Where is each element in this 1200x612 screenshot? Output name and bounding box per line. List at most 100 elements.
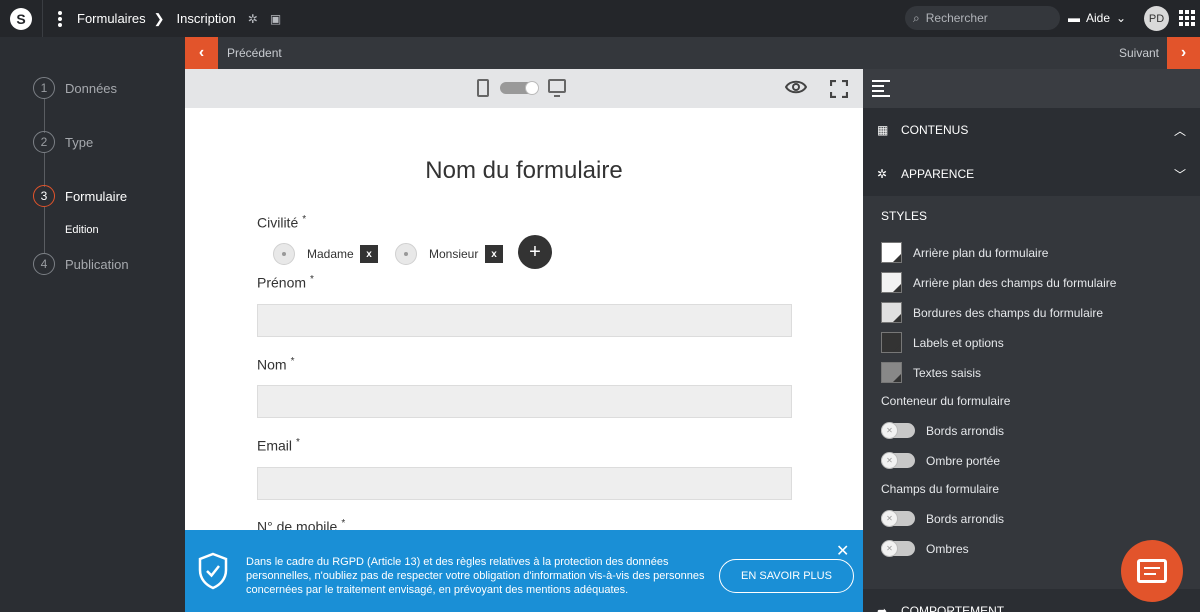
field-shadow-toggle[interactable]: ✕ [881,540,915,557]
field-label-civility: Civilité * [257,214,306,231]
step-number: 3 [33,185,55,207]
color-swatch[interactable] [881,272,902,293]
style-item[interactable]: Bordures des champs du formulaire [881,302,1103,323]
step-navigation-bar: ‹ Précédent Suivant › [185,37,1200,69]
color-swatch[interactable] [881,332,902,353]
style-item[interactable]: Arrière plan des champs du formulaire [881,272,1116,293]
eye-icon[interactable] [784,79,808,97]
apps-grid-icon[interactable] [1179,10,1195,26]
required-mark: * [290,356,295,367]
style-label: Textes saisis [913,365,982,380]
preview-toolbar [185,69,863,108]
toggle-label: Bords arrondis [926,511,1005,526]
help-label: Aide [1086,11,1111,25]
step-connector [44,153,45,187]
accordion-title: APPARENCE [901,167,975,181]
chevron-up-icon: ︿ [1173,123,1186,138]
toggle-row[interactable]: ✕ Bords arrondis [881,510,1005,527]
avatar[interactable]: PD [1144,6,1169,31]
mobile-icon[interactable] [477,79,489,97]
accordion-appearance[interactable]: ✲ APPARENCE ﹀ [863,152,1200,196]
prenom-label: Prénom [257,274,307,291]
required-mark: * [296,437,300,448]
style-item[interactable]: Labels et options [881,332,1004,353]
next-button[interactable]: › [1167,37,1200,69]
learn-more-button[interactable]: EN SAVOIR PLUS [719,559,854,593]
fullscreen-icon[interactable] [829,79,849,99]
email-input[interactable] [257,467,792,500]
field-rounded-toggle[interactable]: ✕ [881,510,915,527]
grid-icon: ▦ [877,123,889,137]
color-swatch[interactable] [881,302,902,323]
panel-toolbar [863,69,1200,108]
step-label: Données [65,80,118,96]
radio-monsieur[interactable] [395,243,417,265]
step-publication[interactable]: 4 Publication [33,253,129,275]
accordion-contents[interactable]: ▦ CONTENUS ︿ [863,108,1200,152]
breadcrumb-forms[interactable]: Formulaires [77,11,146,26]
shield-check-icon [197,552,229,590]
toggle-row[interactable]: ✕ Ombre portée [881,452,1000,469]
color-swatch[interactable] [881,362,902,383]
next-label[interactable]: Suivant [1119,46,1159,60]
field-label-prenom: Prénom * [257,274,314,291]
step-donnees[interactable]: 1 Données [33,77,117,99]
style-label: Arrière plan des champs du formulaire [913,275,1117,290]
toggle-label: Ombres [926,541,969,556]
more-menu-icon[interactable] [57,10,63,27]
toggle-row[interactable]: ✕ Ombres [881,540,969,557]
field-label-nom: Nom * [257,356,294,373]
desktop-icon[interactable] [548,79,566,97]
field-label-mobile: N° de mobile * [257,518,345,530]
required-mark: * [341,518,346,529]
drop-shadow-toggle[interactable]: ✕ [881,452,915,469]
previous-label[interactable]: Précédent [227,46,282,60]
step-label: Publication [65,256,129,272]
step-formulaire[interactable]: 3 Formulaire [33,185,127,207]
nom-input[interactable] [257,385,792,418]
search-input[interactable]: ⌕ Rechercher [905,6,1060,30]
top-bar: S Formulaires ❯ Inscription ✲ ▣ ⌕ Recher… [0,0,1200,37]
step-type[interactable]: 2 Type [33,131,93,153]
chevron-left-icon: ‹ [198,44,205,61]
mobile-label: N° de mobile [257,518,338,530]
toggle-row[interactable]: ✕ Bords arrondis [881,422,1005,439]
device-toggle[interactable] [500,81,539,95]
close-icon[interactable]: ✕ [836,541,849,561]
form-preview: Nom du formulaire Civilité * Madame x Mon… [185,108,863,530]
breadcrumb-current: Inscription [176,11,236,26]
radio-madame[interactable] [273,243,295,265]
style-label: Labels et options [913,335,1004,350]
styles-heading: STYLES [881,209,928,223]
remove-option-button[interactable]: x [360,245,378,263]
toggle-label: Bords arrondis [926,423,1005,438]
style-label: Arrière plan du formulaire [913,245,1049,260]
save-icon[interactable]: ▣ [270,12,281,26]
chat-support-button[interactable] [1121,540,1183,602]
help-menu[interactable]: ▬ Aide ⌄ [1068,11,1126,25]
prenom-input[interactable] [257,304,792,337]
search-placeholder: Rechercher [925,11,988,25]
step-number: 2 [33,131,55,153]
substep-edition[interactable]: Edition [65,224,99,236]
previous-button[interactable]: ‹ [185,37,218,69]
style-item[interactable]: Arrière plan du formulaire [881,242,1048,263]
remove-option-button[interactable]: x [485,245,503,263]
align-icon[interactable] [872,79,892,97]
option-label: Monsieur [429,247,479,261]
color-swatch[interactable] [881,242,902,263]
style-item[interactable]: Textes saisis [881,362,981,383]
add-option-button[interactable]: + [518,235,552,269]
share-arrow-icon: ➦ [877,604,888,612]
divider [42,0,43,37]
search-icon: ⌕ [913,10,920,25]
required-mark: * [302,214,307,225]
form-title[interactable]: Nom du formulaire [185,157,863,185]
rounded-corners-toggle[interactable]: ✕ [881,422,915,439]
style-label: Bordures des champs du formulaire [913,305,1104,320]
settings-gear-icon[interactable]: ✲ [248,12,258,26]
rgpd-banner: Dans le cadre du RGPD (Article 13) et de… [185,530,863,612]
app-logo[interactable]: S [10,7,32,30]
field-label-email: Email * [257,437,300,454]
steps-sidebar: 1 Données 2 Type 3 Formulaire Edition 4 … [0,37,185,612]
